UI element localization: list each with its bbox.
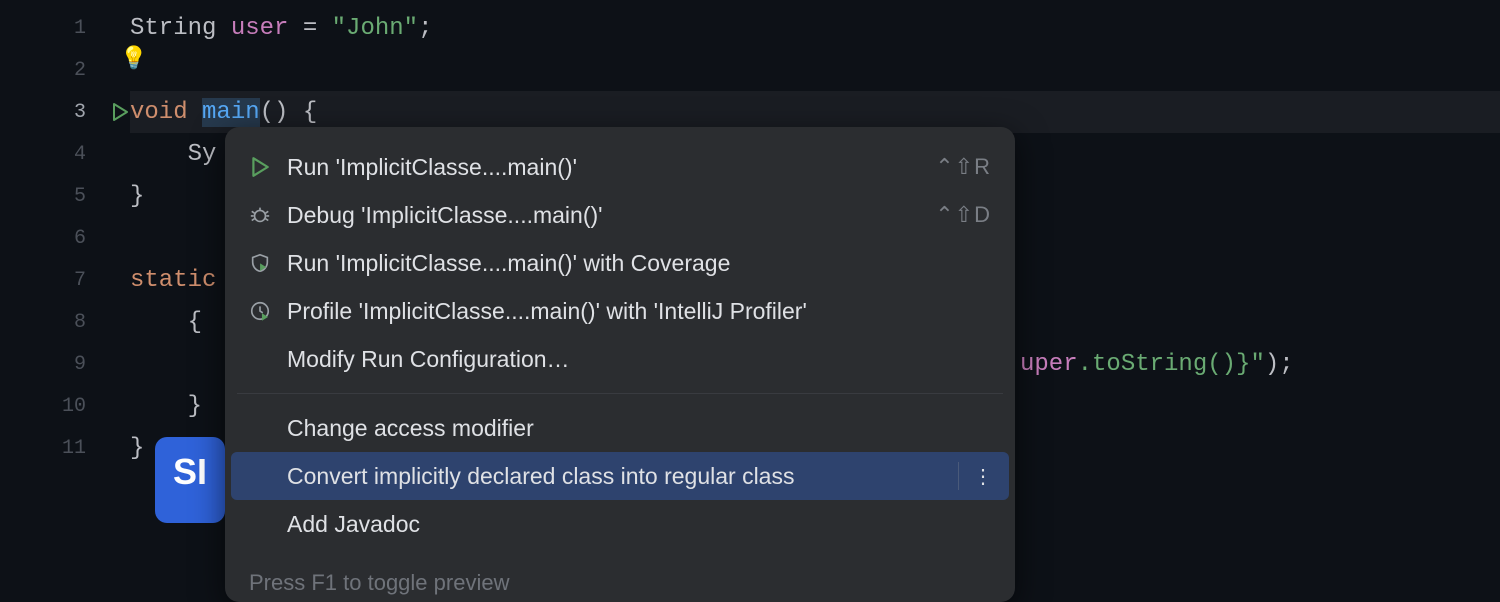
menu-item-label: Modify Run Configuration…	[287, 346, 991, 373]
menu-item-label: Run 'ImplicitClasse....main()' with Cove…	[287, 250, 991, 277]
run-icon	[249, 156, 287, 178]
code-line[interactable]	[130, 49, 1500, 91]
menu-item-convert-class[interactable]: Convert implicitly declared class into r…	[231, 452, 1009, 500]
line-number[interactable]: 10	[0, 385, 100, 427]
menu-item-label: Run 'ImplicitClasse....main()'	[287, 154, 935, 181]
separator	[958, 462, 959, 490]
line-number[interactable]: 6	[0, 217, 100, 259]
menu-item-profile[interactable]: Profile 'ImplicitClasse....main()' with …	[225, 287, 1015, 335]
line-number[interactable]: 7	[0, 259, 100, 301]
context-menu: Run 'ImplicitClasse....main()' ⌃⇧R Debug…	[225, 127, 1015, 602]
menu-item-add-javadoc[interactable]: Add Javadoc	[225, 500, 1015, 548]
line-number[interactable]: 8	[0, 301, 100, 343]
menu-item-run[interactable]: Run 'ImplicitClasse....main()' ⌃⇧R	[225, 143, 1015, 191]
menu-item-label: Profile 'ImplicitClasse....main()' with …	[287, 298, 991, 325]
line-number[interactable]: 5	[0, 175, 100, 217]
profile-icon	[249, 300, 287, 322]
bug-icon	[249, 204, 287, 226]
menu-item-label: Change access modifier	[287, 415, 991, 442]
line-number[interactable]: 4	[0, 133, 100, 175]
menu-item-change-access[interactable]: Change access modifier	[225, 404, 1015, 452]
line-number[interactable]: 3	[0, 91, 100, 133]
menu-item-label: Convert implicitly declared class into r…	[287, 463, 948, 490]
lightbulb-icon[interactable]: 💡	[120, 46, 147, 72]
menu-item-coverage[interactable]: Run 'ImplicitClasse....main()' with Cove…	[225, 239, 1015, 287]
menu-item-label: Debug 'ImplicitClasse....main()'	[287, 202, 935, 229]
line-number[interactable]: 2	[0, 49, 100, 91]
menu-item-label: Add Javadoc	[287, 511, 991, 538]
shortcut: ⌃⇧D	[935, 202, 991, 228]
sl-badge: SI	[155, 437, 225, 523]
shield-icon	[249, 252, 287, 274]
line-number[interactable]: 9	[0, 343, 100, 385]
shortcut: ⌃⇧R	[935, 154, 991, 180]
gutter: 1 2 3 4 5 6 7 8 9 10 11	[0, 0, 100, 600]
menu-item-modify-config[interactable]: Modify Run Configuration…	[225, 335, 1015, 383]
menu-item-debug[interactable]: Debug 'ImplicitClasse....main()' ⌃⇧D	[225, 191, 1015, 239]
menu-separator	[237, 393, 1003, 394]
code-line[interactable]: String user = "John";	[130, 7, 1500, 49]
more-icon[interactable]: ⋮	[973, 464, 991, 489]
line-number[interactable]: 1	[0, 7, 100, 49]
line-number[interactable]: 11	[0, 427, 100, 469]
popup-footer: Press F1 to toggle preview	[225, 548, 1015, 602]
